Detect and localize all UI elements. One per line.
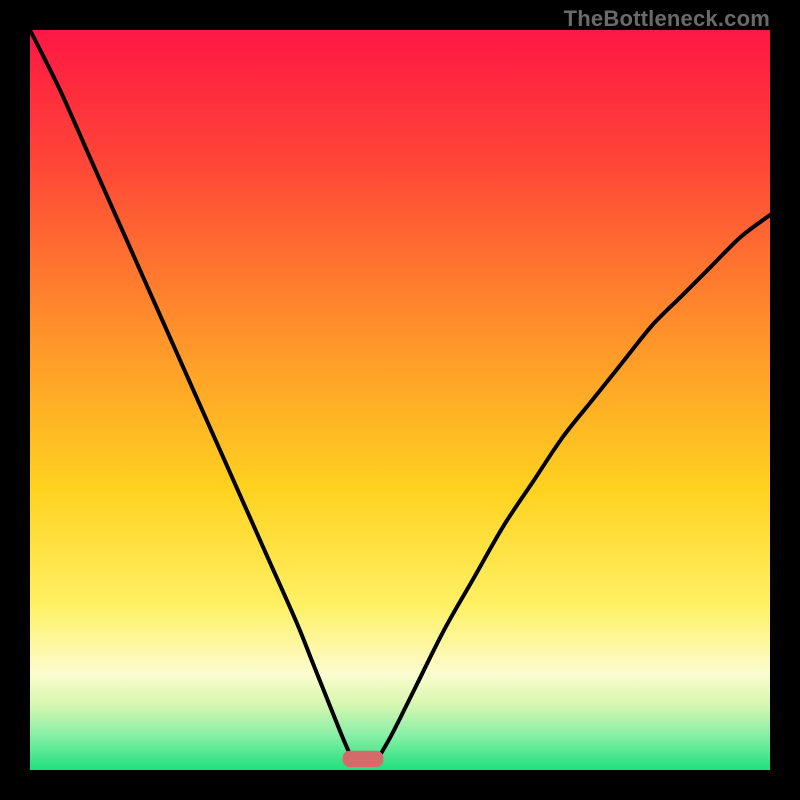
chart-svg bbox=[30, 30, 770, 770]
outer-frame: TheBottleneck.com bbox=[0, 0, 800, 800]
gradient-background bbox=[30, 30, 770, 770]
watermark-text: TheBottleneck.com bbox=[564, 6, 770, 32]
baseline-marker bbox=[343, 751, 384, 767]
plot-area bbox=[30, 30, 770, 770]
